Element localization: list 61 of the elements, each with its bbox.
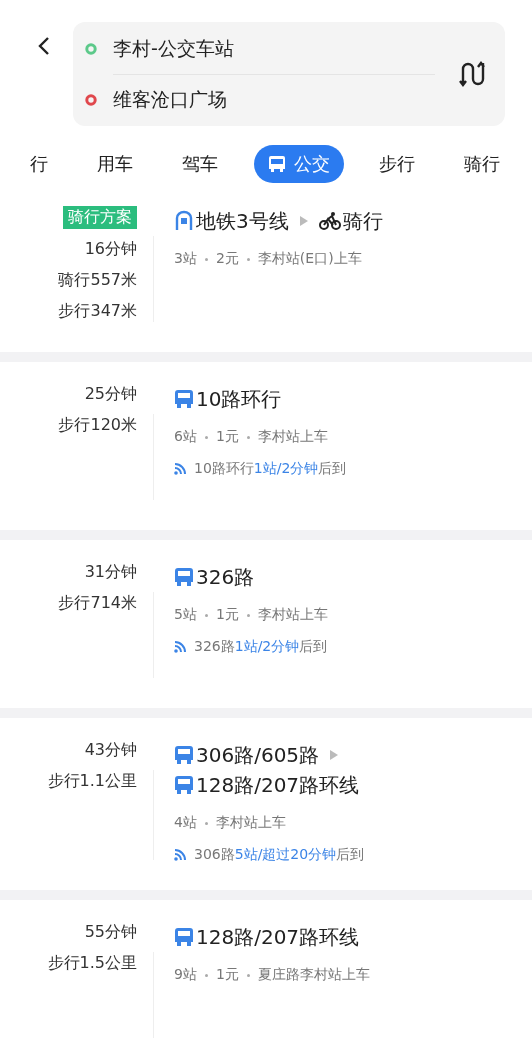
realtime-arrival-text: 10路环行1站/2分钟后到 bbox=[194, 460, 347, 478]
distance-text: 步行1.5公里 bbox=[47, 953, 137, 974]
duration-text: 31分钟 bbox=[84, 562, 137, 583]
bus-icon bbox=[174, 774, 194, 796]
signal-icon bbox=[174, 463, 188, 475]
signal-icon bbox=[174, 641, 188, 653]
next-arrow-icon bbox=[329, 749, 340, 761]
duration-text: 25分钟 bbox=[84, 384, 137, 405]
duration-text: 55分钟 bbox=[84, 922, 137, 943]
route-info-text: 1元 bbox=[215, 606, 239, 624]
distance-text: 步行714米 bbox=[58, 593, 137, 614]
distance-text: 步行120米 bbox=[58, 415, 137, 436]
origin-dot-icon bbox=[85, 42, 97, 55]
route-info-text: 5站 bbox=[174, 606, 197, 624]
distance-text: 骑行557米 bbox=[58, 270, 137, 291]
destination-dot-icon bbox=[85, 93, 97, 106]
subway-icon bbox=[174, 210, 194, 232]
route-name: 326路 bbox=[196, 564, 255, 591]
mode-tab[interactable]: 驾车 bbox=[168, 145, 233, 183]
mode-tab[interactable]: 行 bbox=[16, 145, 62, 183]
route-name: 10路环行 bbox=[196, 386, 282, 413]
next-arrow-icon bbox=[298, 215, 309, 227]
mode-tab[interactable]: 骑行 bbox=[449, 145, 514, 183]
origin-field[interactable]: 李村-公交车站 bbox=[113, 35, 234, 62]
realtime-arrival-text: 326路1站/2分钟后到 bbox=[194, 638, 328, 656]
bus-icon bbox=[174, 388, 194, 410]
swap-icon[interactable] bbox=[459, 60, 485, 88]
route-name: 128路/207路环线 bbox=[196, 772, 360, 799]
back-icon[interactable] bbox=[37, 35, 51, 57]
duration-text: 16分钟 bbox=[84, 239, 137, 260]
route-info-text: 4站 bbox=[174, 814, 197, 832]
route-info-text: 夏庄路李村站上车 bbox=[257, 966, 370, 984]
route-name: 306路/605路 bbox=[196, 742, 320, 769]
route-info-text: 李村站上车 bbox=[215, 814, 286, 832]
route-info-text: 1元 bbox=[215, 428, 239, 446]
route-info-text: 3站 bbox=[174, 250, 197, 268]
route-name: 地铁3号线 bbox=[196, 208, 289, 235]
distance-text: 步行347米 bbox=[58, 301, 137, 322]
route-info-text: 1元 bbox=[215, 966, 239, 984]
realtime-arrival-text: 306路5站/超过20分钟后到 bbox=[194, 846, 365, 864]
route-info-text: 李村站上车 bbox=[257, 606, 328, 624]
duration-text: 43分钟 bbox=[84, 740, 137, 761]
bus-icon bbox=[267, 154, 286, 174]
destination-field[interactable]: 维客沧口广场 bbox=[113, 86, 227, 113]
distance-text: 步行1.1公里 bbox=[47, 771, 137, 792]
bus-icon bbox=[174, 566, 194, 588]
mode-tab[interactable]: 用车 bbox=[83, 145, 148, 183]
route-name: 骑行 bbox=[342, 208, 383, 235]
bus-icon bbox=[174, 926, 194, 948]
signal-icon bbox=[174, 849, 188, 861]
mode-tab[interactable]: 步行 bbox=[364, 145, 429, 183]
route-info-text: 9站 bbox=[174, 966, 197, 984]
cycling-plan-badge: 骑行方案 bbox=[63, 206, 137, 229]
route-info-text: 李村站上车 bbox=[257, 428, 328, 446]
route-info-text: 2元 bbox=[215, 250, 239, 268]
bicycle-icon bbox=[318, 211, 341, 231]
route-info-text: 李村站(E口)上车 bbox=[257, 250, 362, 268]
route-info-text: 6站 bbox=[174, 428, 197, 446]
mode-tab[interactable]: 公交 bbox=[253, 145, 344, 183]
bus-icon bbox=[174, 744, 194, 766]
route-name: 128路/207路环线 bbox=[196, 924, 360, 951]
